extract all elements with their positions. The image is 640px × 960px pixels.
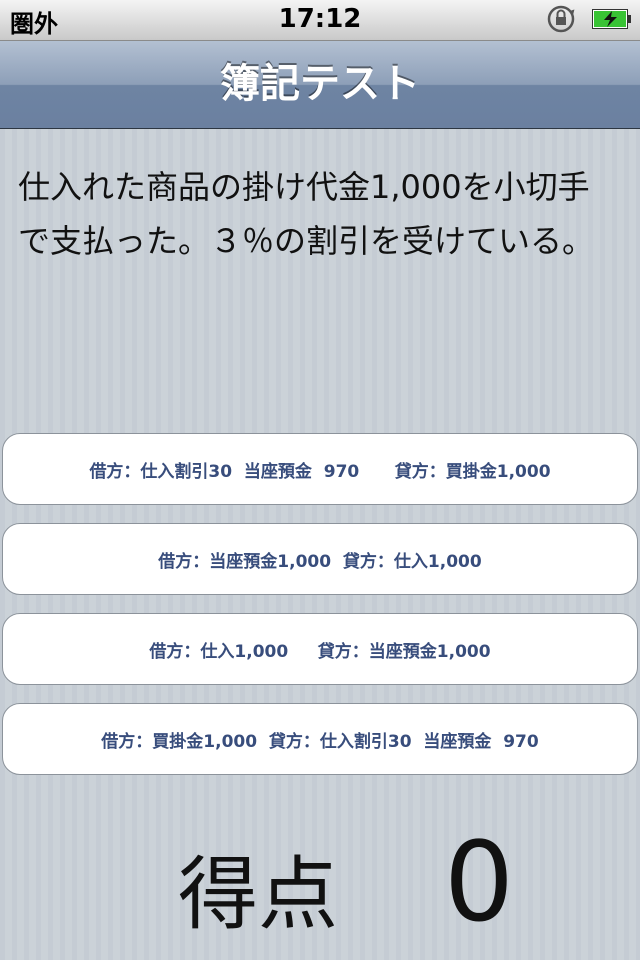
navigation-bar: 簿記テスト [0,41,640,129]
page-title: 簿記テスト [220,61,420,107]
status-time: 17:12 [278,4,362,34]
status-bar: 圏外 17:12 [0,0,640,41]
answer-button-3[interactable]: 借方：仕入1,000 貸方：当座預金1,000 [2,613,638,685]
rotation-lock-icon [547,5,575,33]
answer-button-2[interactable]: 借方：当座預金1,000 貸方：仕入1,000 [2,523,638,595]
answer-button-1[interactable]: 借方：仕入割引30 当座預金 970 貸方：買掛金1,000 [2,433,638,505]
question-text: 仕入れた商品の掛け代金1,000を小切手で支払った。３％の割引を受けている。 [18,168,595,260]
score-label: 得点 [178,848,338,941]
answer-button-4[interactable]: 借方：買掛金1,000 貸方：仕入割引30 当座預金 970 [2,703,638,775]
score-value: 0 [444,818,514,946]
battery-charging-icon [592,9,631,29]
